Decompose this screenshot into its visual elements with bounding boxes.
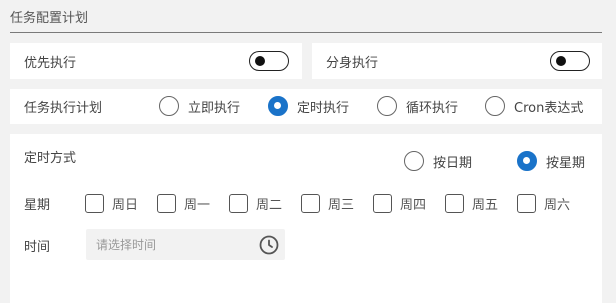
checkbox-tuesday-label: 周二 bbox=[256, 197, 283, 213]
radio-by-week[interactable]: 按星期 bbox=[517, 150, 585, 172]
checkbox-saturday[interactable]: 周六 bbox=[517, 192, 570, 214]
priority-execution-row: 优先执行 bbox=[10, 43, 302, 79]
radio-immediate-label: 立即执行 bbox=[188, 100, 241, 116]
radio-circle bbox=[517, 151, 537, 171]
radio-immediate[interactable]: 立即执行 bbox=[159, 95, 240, 117]
weekday-label: 星期 bbox=[24, 198, 51, 213]
priority-execution-toggle[interactable] bbox=[249, 51, 289, 71]
checkbox-box bbox=[85, 193, 104, 213]
toggle-knob bbox=[255, 56, 265, 66]
execution-plan-label: 任务执行计划 bbox=[24, 101, 103, 116]
section-divider bbox=[10, 32, 602, 33]
split-execution-label: 分身执行 bbox=[326, 56, 379, 71]
radio-by-week-label: 按星期 bbox=[546, 155, 586, 171]
checkbox-friday-label: 周五 bbox=[472, 197, 499, 213]
radio-circle bbox=[159, 96, 179, 116]
priority-execution-label: 优先执行 bbox=[24, 56, 77, 71]
timing-method-label: 定时方式 bbox=[24, 151, 77, 166]
radio-by-date[interactable]: 按日期 bbox=[404, 150, 472, 172]
checkbox-box bbox=[157, 193, 176, 213]
radio-loop[interactable]: 循环执行 bbox=[377, 95, 458, 117]
radio-by-date-label: 按日期 bbox=[433, 155, 473, 171]
checkbox-wednesday-label: 周三 bbox=[328, 197, 355, 213]
checkbox-box bbox=[517, 193, 536, 213]
checkbox-wednesday[interactable]: 周三 bbox=[301, 192, 354, 214]
radio-circle bbox=[404, 151, 424, 171]
time-picker-input[interactable] bbox=[86, 229, 285, 260]
radio-cron[interactable]: Cron表达式 bbox=[485, 95, 583, 117]
checkbox-sunday-label: 周日 bbox=[112, 197, 139, 213]
radio-scheduled-label: 定时执行 bbox=[297, 100, 350, 116]
split-execution-row: 分身执行 bbox=[312, 43, 602, 79]
execution-plan-row: 任务执行计划 立即执行 定时执行 循环执行 Cron表达式 bbox=[10, 89, 602, 124]
checkbox-thursday[interactable]: 周四 bbox=[373, 192, 426, 214]
clock-icon[interactable] bbox=[258, 234, 280, 256]
timing-config-panel bbox=[10, 134, 602, 303]
checkbox-thursday-label: 周四 bbox=[400, 197, 427, 213]
checkbox-monday[interactable]: 周一 bbox=[157, 192, 210, 214]
checkbox-friday[interactable]: 周五 bbox=[445, 192, 498, 214]
radio-circle bbox=[268, 96, 288, 116]
checkbox-box bbox=[445, 193, 464, 213]
radio-loop-label: 循环执行 bbox=[406, 100, 459, 116]
radio-circle bbox=[377, 96, 397, 116]
checkbox-saturday-label: 周六 bbox=[544, 197, 571, 213]
radio-cron-label: Cron表达式 bbox=[514, 100, 584, 116]
checkbox-box bbox=[229, 193, 248, 213]
radio-circle bbox=[485, 96, 505, 116]
checkbox-sunday[interactable]: 周日 bbox=[85, 192, 138, 214]
checkbox-box bbox=[373, 193, 392, 213]
checkbox-monday-label: 周一 bbox=[184, 197, 211, 213]
checkbox-box bbox=[301, 193, 320, 213]
radio-scheduled[interactable]: 定时执行 bbox=[268, 95, 349, 117]
time-label: 时间 bbox=[24, 240, 51, 255]
toggle-knob bbox=[556, 56, 566, 66]
checkbox-tuesday[interactable]: 周二 bbox=[229, 192, 282, 214]
split-execution-toggle[interactable] bbox=[550, 51, 590, 71]
section-title: 任务配置计划 bbox=[10, 11, 89, 26]
